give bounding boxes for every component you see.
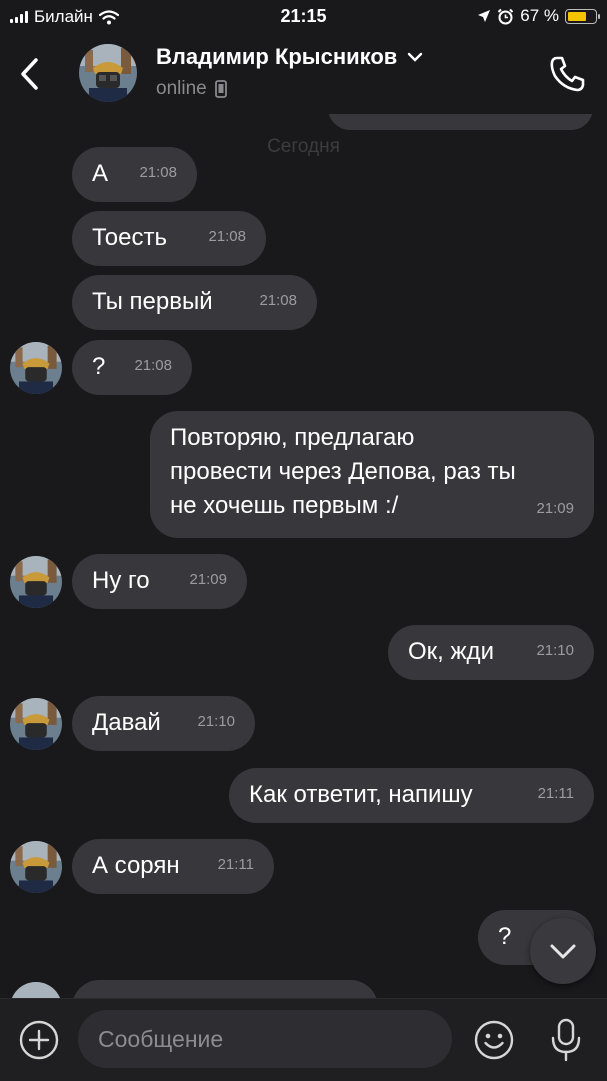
message-time: 21:10 [197, 713, 235, 730]
contact-avatar[interactable] [79, 44, 137, 102]
sender-avatar[interactable] [10, 556, 62, 608]
microphone-icon[interactable] [548, 1017, 584, 1063]
composer-bar: Сообщение [0, 998, 607, 1081]
incoming-message[interactable] [72, 980, 378, 998]
message-time: 21:09 [189, 571, 227, 588]
title-row[interactable]: Владимир Крысников [156, 44, 423, 70]
previous-message-bubble [328, 114, 593, 130]
message-time: 21:08 [259, 292, 297, 309]
alarm-icon [498, 8, 514, 24]
emoji-icon[interactable] [473, 1019, 515, 1061]
message-input[interactable]: Сообщение [78, 1010, 452, 1068]
mobile-device-icon [214, 80, 227, 98]
message-time: 21:10 [536, 642, 574, 659]
message-time: 21:09 [536, 500, 574, 517]
message-time: 21:11 [217, 856, 254, 873]
incoming-message[interactable]: Ты первый 21:08 [72, 275, 317, 330]
battery-percent: 67 % [520, 6, 559, 25]
message-text: Повторяю, предлагаю провести через Депов… [170, 424, 516, 519]
incoming-message[interactable]: А сорян 21:11 [72, 839, 274, 894]
presence-label: online [156, 78, 207, 99]
outgoing-message[interactable]: Ок, жди 21:10 [388, 625, 594, 680]
contact-name[interactable]: Владимир Крысников [156, 44, 397, 70]
location-arrow-icon [478, 10, 491, 22]
message-time: 21:08 [134, 357, 172, 374]
status-right: 67 % [477, 6, 600, 26]
sender-avatar[interactable] [10, 342, 62, 394]
message-list[interactable]: Сегодня А 21:08 Тоесть 21:08 Ты первый 21:08?… [0, 114, 607, 998]
incoming-message[interactable]: Ну го 21:09 [72, 554, 247, 609]
scroll-down-button[interactable] [530, 918, 596, 984]
phone-icon[interactable] [547, 54, 587, 94]
chat-header: Владимир Крысников online [0, 34, 607, 114]
presence-status: online [156, 78, 227, 100]
sender-avatar[interactable] [10, 841, 62, 893]
outgoing-message[interactable]: Как ответит, напишу 21:11 [229, 768, 594, 823]
scroll-down-icon [550, 944, 576, 959]
incoming-message[interactable]: Давай 21:10 [72, 696, 255, 751]
battery-icon [565, 8, 600, 24]
sender-avatar[interactable] [10, 698, 62, 750]
incoming-message[interactable]: ? 21:08 [72, 340, 192, 395]
message-time: 21:08 [208, 228, 246, 245]
incoming-message[interactable]: А 21:08 [72, 147, 197, 202]
message-time: 21:11 [537, 785, 574, 802]
plus-icon[interactable] [18, 1019, 60, 1061]
status-bar: Билайн 21:15 67 % [0, 0, 607, 34]
incoming-message[interactable]: Тоесть 21:08 [72, 211, 266, 266]
chevron-down-icon[interactable] [407, 52, 423, 62]
outgoing-message[interactable]: Повторяю, предлагаю провести через Депов… [150, 411, 594, 538]
back-chevron-icon[interactable] [14, 54, 44, 94]
sender-avatar[interactable] [10, 982, 62, 998]
message-time: 21:08 [139, 164, 177, 181]
